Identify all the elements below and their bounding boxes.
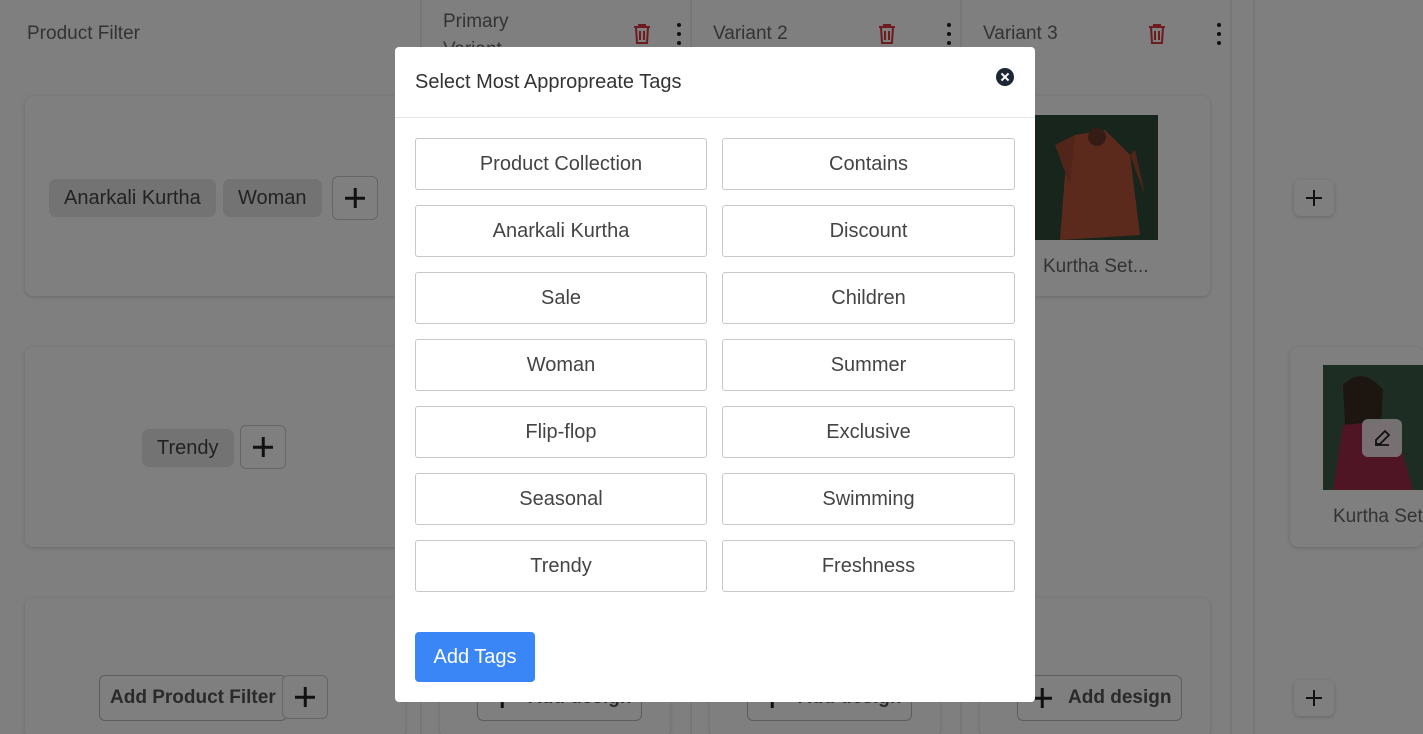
tag-option[interactable]: Flip-flop [415, 406, 707, 458]
tag-option[interactable]: Seasonal [415, 473, 707, 525]
tag-option[interactable]: Contains [722, 138, 1015, 190]
tag-options-grid: Product Collection Contains Anarkali Kur… [415, 138, 1015, 592]
select-tags-modal: Select Most Appropreate Tags Product Col… [395, 47, 1035, 702]
close-icon[interactable] [996, 68, 1014, 86]
tag-option[interactable]: Summer [722, 339, 1015, 391]
tag-option[interactable]: Freshness [722, 540, 1015, 592]
tag-option[interactable]: Exclusive [722, 406, 1015, 458]
tag-option[interactable]: Swimming [722, 473, 1015, 525]
modal-header: Select Most Appropreate Tags [395, 47, 1035, 118]
tag-option[interactable]: Product Collection [415, 138, 707, 190]
modal-title: Select Most Appropreate Tags [415, 71, 682, 93]
tag-option[interactable]: Woman [415, 339, 707, 391]
tag-option[interactable]: Anarkali Kurtha [415, 205, 707, 257]
add-tags-button[interactable]: Add Tags [415, 632, 535, 682]
tag-option[interactable]: Discount [722, 205, 1015, 257]
tag-option[interactable]: Children [722, 272, 1015, 324]
tag-option[interactable]: Trendy [415, 540, 707, 592]
tag-option[interactable]: Sale [415, 272, 707, 324]
